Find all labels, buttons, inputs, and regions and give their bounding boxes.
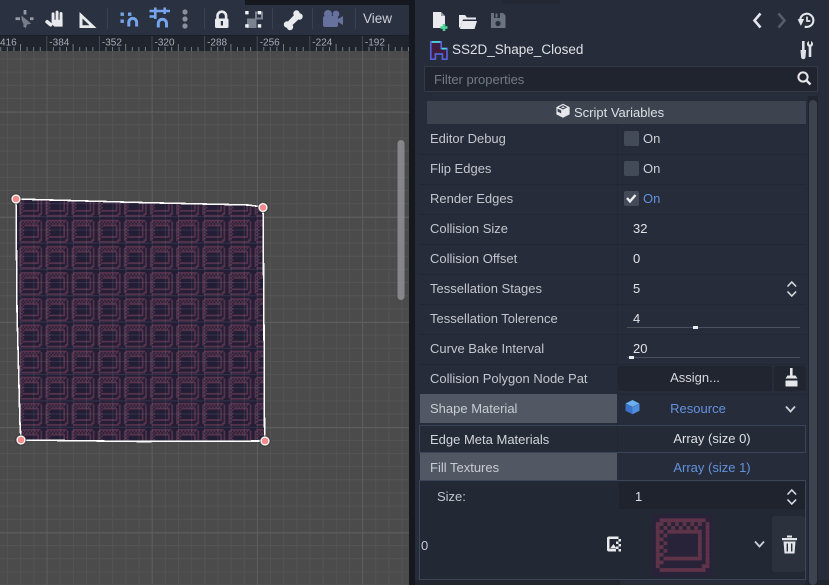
svg-text:-384: -384 [49, 38, 69, 49]
svg-text:-288: -288 [207, 38, 227, 49]
svg-text:-224: -224 [312, 38, 332, 49]
svg-text:-352: -352 [102, 38, 122, 49]
svg-text:-320: -320 [155, 38, 175, 49]
svg-text:-256: -256 [260, 38, 280, 49]
svg-text:-416: -416 [0, 38, 17, 49]
svg-text:-192: -192 [365, 38, 385, 49]
